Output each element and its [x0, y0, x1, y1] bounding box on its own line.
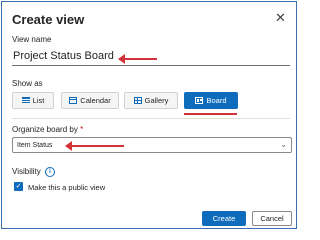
organize-board-value: Item Status [17, 141, 53, 149]
organize-board-dropdown[interactable]: Item Status ⌄ [12, 137, 292, 153]
list-view-button[interactable]: List [12, 92, 54, 109]
calendar-view-label: Calendar [80, 96, 111, 105]
board-view-button[interactable]: Board [184, 92, 238, 109]
calendar-icon [69, 97, 78, 104]
show-as-label: Show as [12, 79, 43, 88]
cancel-button[interactable]: Cancel [252, 211, 292, 226]
info-icon[interactable]: i [45, 167, 55, 177]
list-icon [21, 97, 30, 104]
annotation-underline-board [184, 113, 237, 115]
annotation-arrow-organize [65, 141, 124, 151]
gallery-view-button[interactable]: Gallery [124, 92, 178, 109]
required-indicator: * [80, 125, 84, 134]
annotation-arrow-view-name [118, 54, 157, 64]
board-icon [195, 97, 204, 104]
organize-board-label: Organize board by * [12, 125, 83, 134]
public-view-checkbox[interactable]: ✓ [14, 182, 23, 191]
gallery-icon [133, 97, 142, 104]
close-icon[interactable]: ✕ [275, 11, 286, 24]
calendar-view-button[interactable]: Calendar [61, 92, 119, 109]
list-view-label: List [32, 96, 45, 105]
view-name-label: View name [12, 35, 52, 44]
chevron-down-icon: ⌄ [280, 140, 287, 149]
visibility-label: Visibility [12, 167, 41, 176]
organize-board-label-text: Organize board by [12, 125, 78, 134]
view-name-input[interactable] [12, 48, 290, 66]
board-view-label: Board [206, 96, 227, 105]
create-button[interactable]: Create [202, 211, 246, 226]
dialog-title: Create view [12, 12, 85, 27]
divider [12, 118, 290, 119]
public-view-checkbox-label[interactable]: Make this a public view [28, 183, 105, 192]
create-view-dialog: Create view ✕ View name Show as List Cal… [1, 1, 297, 229]
gallery-view-label: Gallery [144, 96, 169, 105]
